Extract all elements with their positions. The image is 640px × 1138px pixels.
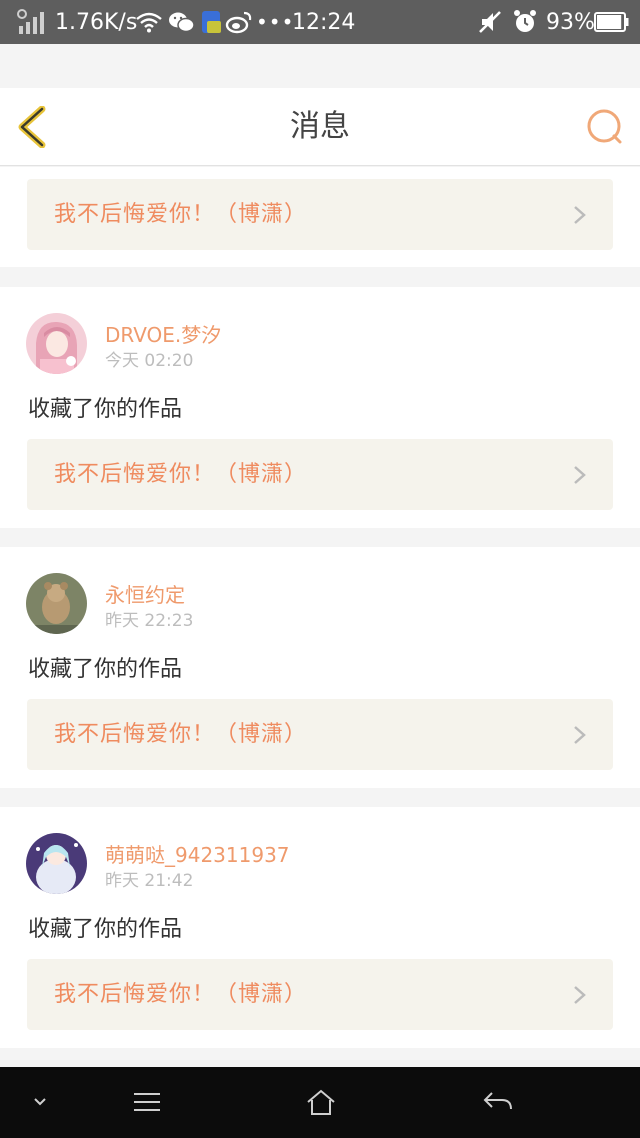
signal-icon	[16, 0, 46, 44]
weibo-icon	[225, 0, 253, 44]
activity-text: 收藏了你的作品	[28, 917, 183, 942]
activity-text: 收藏了你的作品	[28, 397, 183, 422]
timestamp: 今天 02:20	[105, 351, 194, 371]
alarm-icon	[512, 0, 538, 44]
nav-home-button[interactable]	[303, 1085, 339, 1119]
work-title: 我不后悔爱你！（博潇）	[54, 982, 308, 1007]
header: 消息	[0, 88, 640, 166]
chevron-down-icon	[34, 1098, 46, 1106]
chevron-right-icon	[574, 726, 586, 744]
notification-card: 萌萌哒_942311937 昨天 21:42 收藏了你的作品 我不后悔爱你！（博…	[0, 807, 640, 1048]
search-icon	[587, 109, 622, 144]
notification-card: DRVOE.梦汐 今天 02:20 收藏了你的作品 我不后悔爱你！（博潇）	[0, 287, 640, 528]
wechat-icon	[168, 0, 196, 44]
battery-icon	[594, 0, 630, 44]
app-notification-icon	[200, 0, 224, 44]
work-title: 我不后悔爱你！（博潇）	[54, 462, 308, 487]
avatar[interactable]	[26, 573, 87, 634]
username[interactable]: DRVOE.梦汐	[105, 319, 221, 348]
nav-back-button[interactable]	[480, 1085, 516, 1119]
notification-card-partial: 我不后悔爱你！（博潇）	[0, 167, 640, 267]
avatar[interactable]	[26, 833, 87, 894]
status-time: 12:24	[292, 9, 356, 35]
work-title: 我不后悔爱你！（博潇）	[54, 722, 308, 747]
activity-text: 收藏了你的作品	[28, 657, 183, 682]
avatar[interactable]	[26, 313, 87, 374]
work-link[interactable]: 我不后悔爱你！（博潇）	[27, 179, 613, 250]
battery-percent: 93%	[546, 9, 595, 35]
search-button[interactable]	[584, 106, 626, 148]
more-notifications-indicator: •••	[256, 10, 295, 34]
username[interactable]: 萌萌哒_942311937	[105, 839, 290, 868]
work-title: 我不后悔爱你！（博潇）	[54, 202, 308, 227]
chevron-right-icon	[574, 466, 586, 484]
page-title: 消息	[290, 109, 350, 144]
nav-collapse-button[interactable]	[28, 1085, 52, 1119]
timestamp: 昨天 21:42	[105, 871, 194, 891]
username[interactable]: 永恒约定	[105, 579, 185, 608]
work-link[interactable]: 我不后悔爱你！（博潇）	[27, 439, 613, 510]
mute-icon	[478, 0, 502, 44]
status-bar: 1.76K/s ••• 12:24 93%	[0, 0, 640, 44]
wifi-icon	[136, 0, 162, 44]
notification-card: 永恒约定 昨天 22:23 收藏了你的作品 我不后悔爱你！（博潇）	[0, 547, 640, 788]
chevron-right-icon	[574, 986, 586, 1004]
system-navigation-bar	[0, 1067, 640, 1138]
nav-menu-button[interactable]	[130, 1085, 164, 1119]
home-icon	[307, 1089, 335, 1115]
chevron-right-icon	[574, 206, 586, 224]
menu-icon	[134, 1093, 160, 1111]
work-link[interactable]: 我不后悔爱你！（博潇）	[27, 699, 613, 770]
work-link[interactable]: 我不后悔爱你！（博潇）	[27, 959, 613, 1030]
back-arrow-icon	[483, 1092, 512, 1110]
timestamp: 昨天 22:23	[105, 611, 194, 631]
network-speed: 1.76K/s	[55, 9, 138, 35]
